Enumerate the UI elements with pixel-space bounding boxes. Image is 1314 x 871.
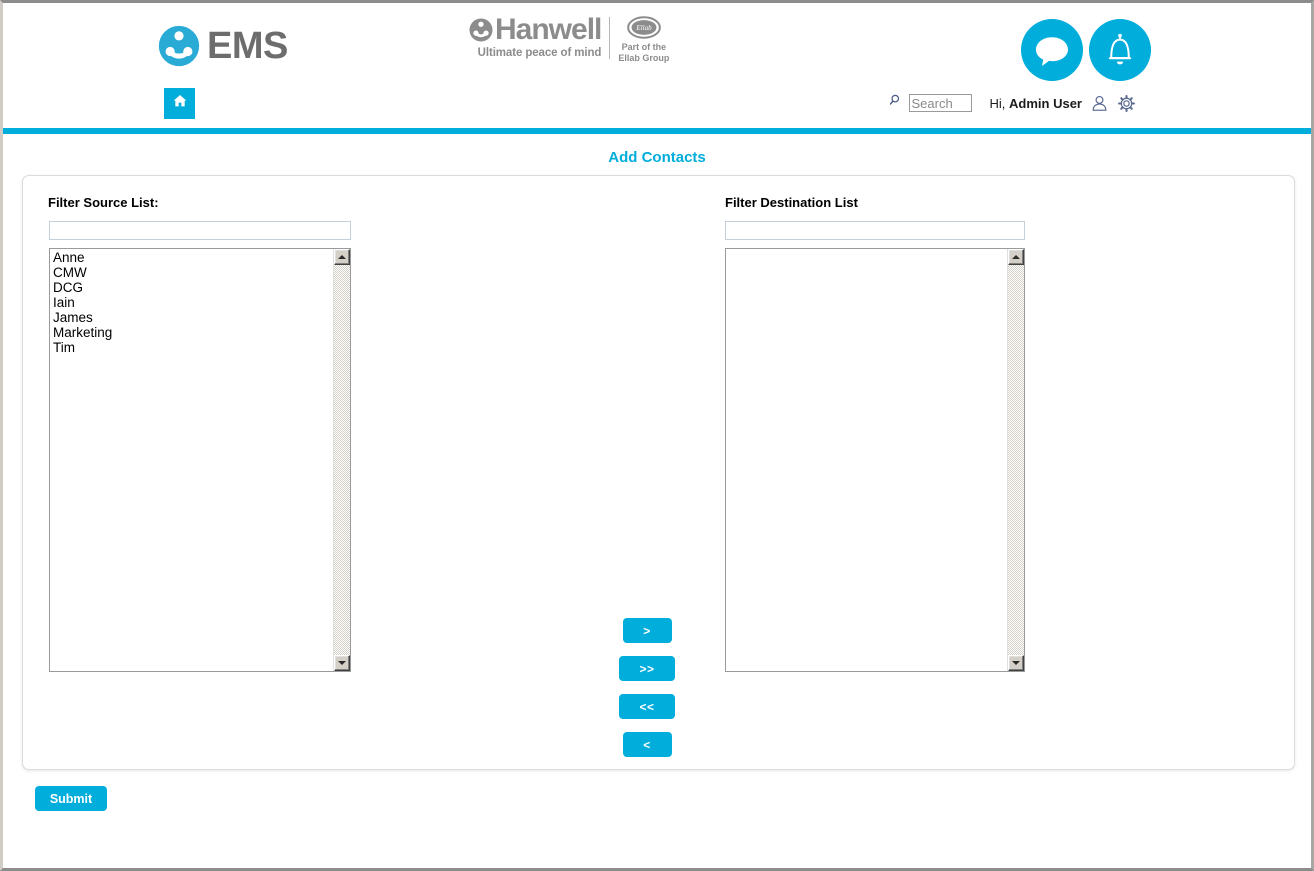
home-icon [172, 93, 188, 114]
user-name: Admin User [1009, 95, 1082, 111]
chat-bubble-icon[interactable] [1021, 19, 1083, 81]
move-all-right-button[interactable]: >> [619, 656, 675, 681]
user-greeting: Hi, Admin User [990, 96, 1082, 111]
source-scroll-up-button[interactable] [334, 249, 350, 265]
ems-logo-text: EMS [207, 25, 288, 67]
greeting-prefix: Hi, [989, 95, 1006, 111]
list-item[interactable]: CMW [52, 265, 333, 280]
ellab-group-caption: Part of the Ellab Group [618, 42, 669, 63]
list-item[interactable]: Marketing [52, 325, 333, 340]
source-filter-input[interactable] [49, 221, 351, 240]
source-listbox[interactable]: Anne CMW DCG Iain James Marketing Tim [49, 248, 351, 672]
destination-listbox[interactable] [725, 248, 1025, 672]
destination-list-label: Filter Destination List [725, 195, 858, 210]
transfer-button-group: > >> << < [619, 618, 675, 757]
ems-logo-icon [158, 25, 200, 67]
application-window: EMS Hanwell Ultimate peace of mind Ellab… [0, 0, 1314, 871]
ellab-caption-line2: Ellab Group [618, 52, 670, 63]
ems-logo: EMS [158, 25, 288, 67]
user-icon[interactable] [1090, 94, 1109, 113]
move-right-button[interactable]: > [622, 618, 672, 643]
header-icon-group [1021, 19, 1151, 81]
list-item[interactable]: Tim [52, 340, 333, 355]
chevron-down-icon [1012, 661, 1020, 665]
hanwell-logo-text: Hanwell [495, 13, 602, 46]
page-title: Add Contacts [608, 149, 706, 166]
search-input[interactable] [908, 94, 972, 112]
source-scroll-down-button[interactable] [334, 655, 350, 671]
logo-divider [609, 17, 611, 60]
navigation-bar: Hi, Admin User [3, 88, 1311, 128]
submit-button[interactable]: Submit [35, 786, 107, 811]
chevron-down-icon [338, 661, 346, 665]
hanwell-logo-icon [469, 18, 493, 42]
ellab-caption-line1: Part of the [621, 42, 667, 52]
chevron-up-icon [338, 255, 346, 259]
list-item[interactable]: Iain [52, 295, 333, 310]
destination-filter-input[interactable] [725, 221, 1025, 240]
destination-scroll-up-button[interactable] [1008, 249, 1024, 265]
search-icon[interactable] [889, 93, 904, 113]
ellab-badge-icon: Ellab [627, 16, 661, 39]
list-item[interactable]: DCG [52, 280, 333, 295]
nav-right-group: Hi, Admin User [889, 93, 1136, 113]
page-header: EMS Hanwell Ultimate peace of mind Ellab… [3, 3, 1311, 88]
bell-icon[interactable] [1089, 19, 1151, 81]
gear-icon[interactable] [1117, 94, 1136, 113]
destination-scrollbar[interactable] [1007, 249, 1024, 671]
hanwell-tagline: Ultimate peace of mind [477, 47, 602, 59]
source-list-label: Filter Source List: [48, 195, 159, 210]
move-left-button[interactable]: < [622, 732, 672, 757]
move-all-left-button[interactable]: << [619, 694, 675, 719]
hanwell-logo: Hanwell Ultimate peace of mind Ellab Par… [469, 15, 669, 63]
contacts-transfer-panel: Filter Source List: Anne CMW DCG Iain James M… [22, 175, 1295, 770]
chevron-up-icon [1012, 255, 1020, 259]
destination-scroll-down-button[interactable] [1008, 655, 1024, 671]
home-button[interactable] [164, 88, 195, 119]
list-item[interactable]: Anne [52, 250, 333, 265]
ellab-group-logo: Ellab Part of the Ellab Group [618, 15, 669, 63]
source-list-items[interactable]: Anne CMW DCG Iain James Marketing Tim [50, 249, 333, 671]
svg-text:Ellab: Ellab [635, 24, 652, 32]
source-scrollbar[interactable] [333, 249, 350, 671]
destination-list-items[interactable] [726, 249, 1007, 671]
list-item[interactable]: James [52, 310, 333, 325]
